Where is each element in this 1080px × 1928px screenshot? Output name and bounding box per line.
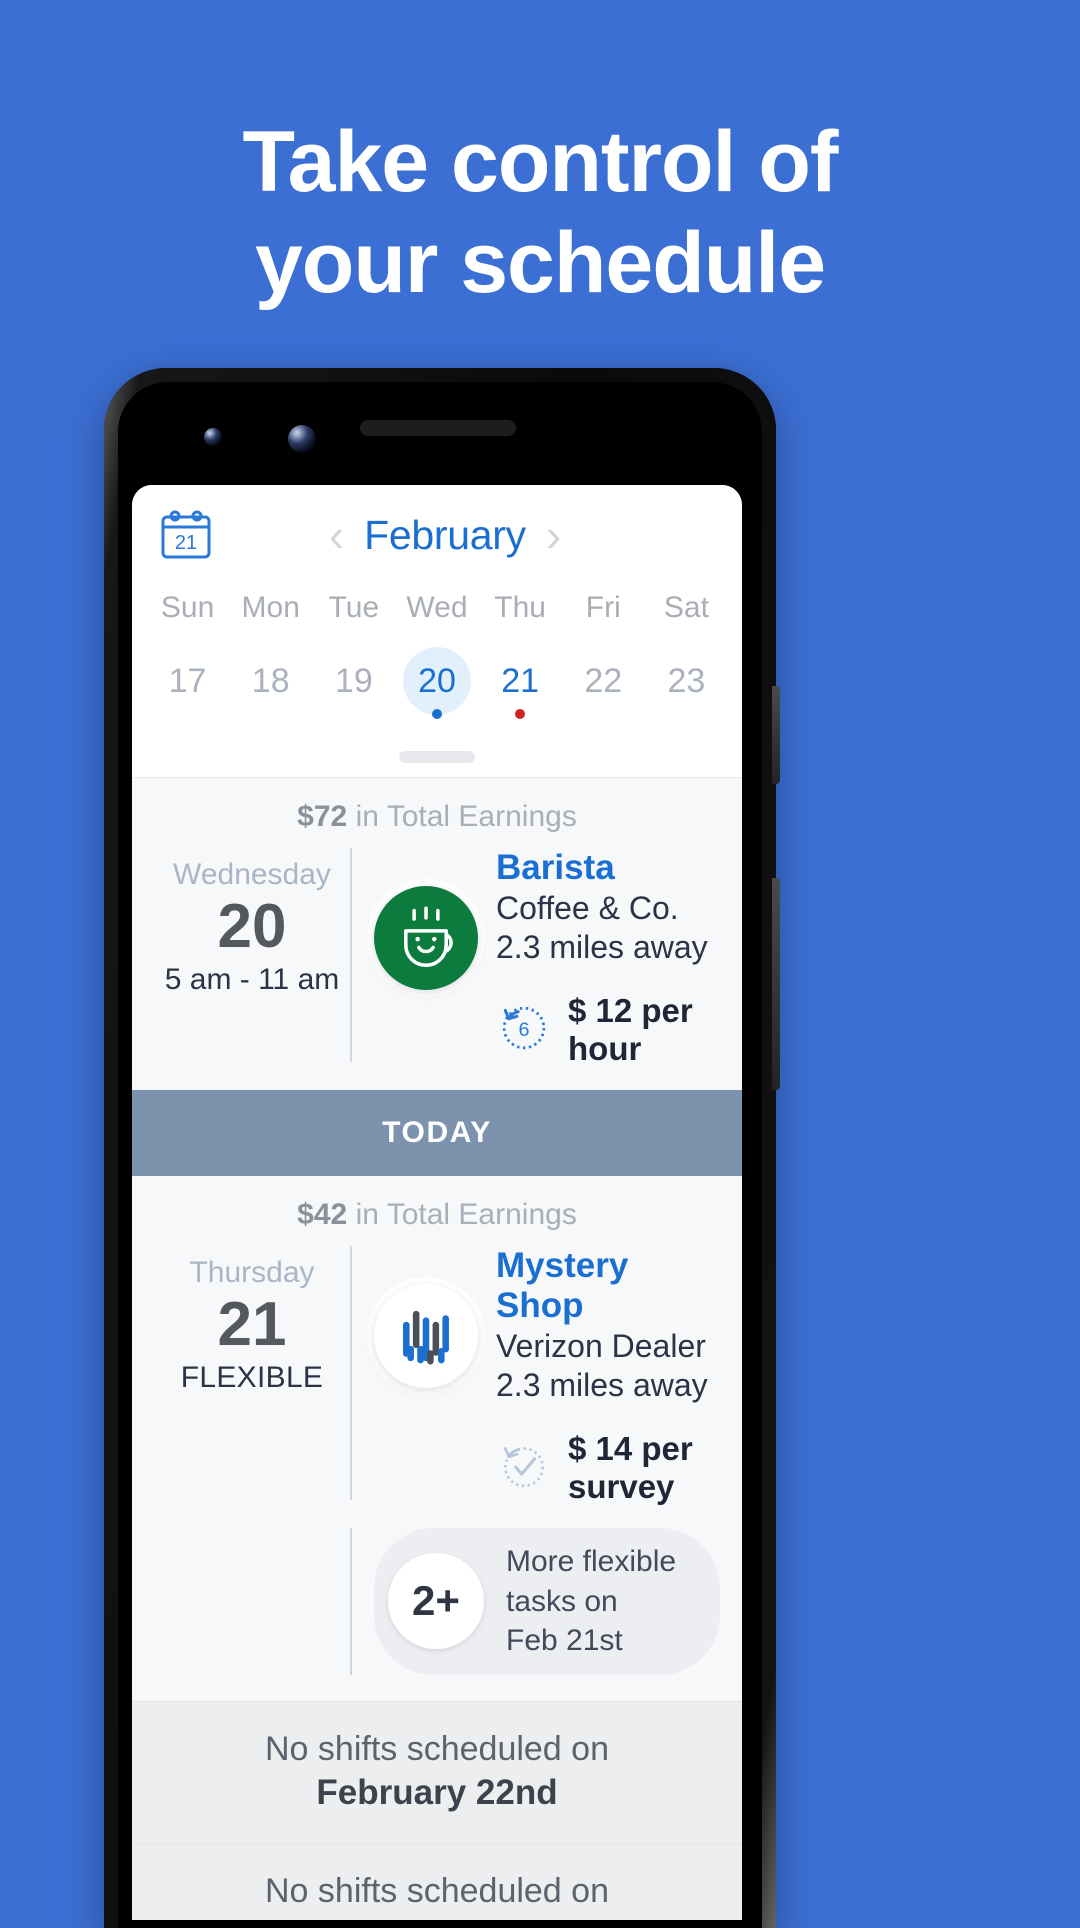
- shift-info-mystery-shop: Mystery Shop Verizon Dealer 2.3 miles aw…: [496, 1240, 720, 1506]
- pay-amount-mystery-shop: $ 14 per survey: [568, 1430, 693, 1505]
- shift-weekday-thu: Thursday: [189, 1256, 315, 1289]
- today-divider: TODAY: [132, 1090, 742, 1176]
- weekday-sat: Sat: [663, 591, 709, 624]
- headline-line-2: your schedule: [254, 215, 826, 312]
- current-month-label: February: [364, 511, 526, 558]
- date-dot-blue-icon: [431, 709, 442, 719]
- no-shift-label-23: No shifts scheduled on: [265, 1871, 609, 1910]
- shift-time-range-wed: 5 am - 11 am: [164, 963, 340, 997]
- shift-card-mystery-shop[interactable]: Thursday 21 FLEXIBLE Mystery Shop Verizo…: [132, 1236, 742, 1528]
- more-tasks-line-1: More flexible tasks on: [506, 1545, 677, 1618]
- date-cell-17[interactable]: 17: [146, 647, 229, 721]
- weekday-tue: Tue: [328, 591, 380, 624]
- date-label-23: 23: [667, 661, 706, 700]
- front-camera-icon: [288, 425, 316, 453]
- date-cell-23[interactable]: 23: [645, 647, 728, 721]
- weekday-sun: Sun: [160, 591, 215, 624]
- more-tasks-count-badge: 2+: [388, 1553, 484, 1650]
- day-group-wednesday: $72 in Total Earnings Wednesday 20 5 am …: [132, 778, 742, 1090]
- headline-line-1: Take control of: [242, 114, 838, 210]
- clock-check-icon: [496, 1438, 552, 1499]
- power-button[interactable]: [772, 686, 780, 784]
- date-row: 17 18 19 20 21 22 23: [132, 647, 742, 721]
- app-screen: 21 ‹ February › Sun Mon Tue Wed Thu Fri …: [132, 485, 742, 1920]
- earnings-summary-wed: $72 in Total Earnings: [132, 778, 742, 838]
- no-shift-row-feb-23[interactable]: No shifts scheduled on February 23rd: [132, 1842, 742, 1920]
- earnings-suffix-wed: in Total Earnings: [347, 800, 577, 833]
- date-label-21: 21: [501, 661, 540, 700]
- shift-distance-mystery-shop: 2.3 miles away: [496, 1367, 708, 1403]
- svg-text:21: 21: [175, 532, 197, 554]
- volume-button[interactable]: [772, 878, 780, 1090]
- shift-card-barista[interactable]: Wednesday 20 5 am - 11 am Barista Coffee…: [132, 838, 742, 1090]
- shift-info-barista: Barista Coffee & Co. 2.3 miles away 6 $ …: [496, 842, 720, 1068]
- shift-date-column-wed: Wednesday 20 5 am - 11 am: [154, 842, 350, 1068]
- svg-text:6: 6: [518, 1019, 529, 1041]
- shift-title-barista[interactable]: Barista: [496, 848, 720, 888]
- more-tasks-row[interactable]: 2+ More flexible tasks on Feb 21st: [132, 1528, 742, 1701]
- next-month-button[interactable]: ›: [546, 512, 561, 558]
- no-shift-date-22: February 22nd: [316, 1772, 558, 1812]
- more-tasks-spacer: [154, 1528, 350, 1675]
- earnings-amount-wed: $72: [297, 800, 348, 833]
- clock-6-icon: 6: [496, 1000, 552, 1061]
- month-navigator: ‹ February ›: [214, 512, 676, 559]
- no-shift-label-22: No shifts scheduled on: [265, 1729, 609, 1768]
- bars-icon: [374, 1284, 478, 1388]
- date-cell-22[interactable]: 22: [562, 647, 645, 721]
- more-tasks-pill[interactable]: 2+ More flexible tasks on Feb 21st: [374, 1528, 720, 1675]
- weekday-thu: Thu: [494, 591, 546, 624]
- earnings-suffix-thu: in Total Earnings: [347, 1198, 577, 1231]
- date-label-17: 17: [168, 661, 207, 700]
- more-tasks-line-2: Feb 21st: [506, 1624, 623, 1658]
- calendar-toolbar: 21 ‹ February ›: [132, 485, 742, 585]
- date-label-20: 20: [402, 647, 471, 715]
- shift-title-mystery-shop[interactable]: Mystery Shop: [496, 1246, 720, 1326]
- date-cell-19[interactable]: 19: [312, 647, 395, 721]
- shift-date-number-wed: 20: [217, 892, 287, 961]
- shift-body-mystery-shop: Mystery Shop Verizon Dealer 2.3 miles aw…: [352, 1240, 720, 1506]
- earnings-amount-thu: $42: [297, 1198, 348, 1231]
- calendar-header: 21 ‹ February › Sun Mon Tue Wed Thu Fri …: [132, 485, 742, 778]
- prev-month-button[interactable]: ‹: [329, 512, 344, 558]
- pay-row-mystery-shop: $ 14 per survey: [496, 1430, 720, 1506]
- weekday-wed: Wed: [406, 591, 468, 624]
- weekday-row: Sun Mon Tue Wed Thu Fri Sat: [132, 591, 742, 625]
- pay-row-barista: 6 $ 12 per hour: [496, 992, 720, 1068]
- date-cell-20-selected[interactable]: 20: [395, 647, 478, 721]
- shift-divider-line: [350, 1528, 352, 1675]
- shift-employer-barista: Coffee & Co.: [496, 890, 679, 926]
- earnings-summary-thu: $42 in Total Earnings: [132, 1176, 742, 1236]
- shift-date-column-thu: Thursday 21 FLEXIBLE: [154, 1240, 350, 1506]
- date-label-19: 19: [334, 661, 373, 700]
- proximity-sensor-icon: [204, 428, 222, 446]
- promo-headline: Take control of your schedule: [0, 112, 1080, 315]
- pay-amount-barista: $ 12 per hour: [568, 992, 693, 1067]
- shift-body-barista: Barista Coffee & Co. 2.3 miles away 6 $ …: [352, 842, 720, 1068]
- shift-weekday-wed: Wednesday: [173, 858, 331, 891]
- shift-distance-barista: 2.3 miles away: [496, 929, 708, 965]
- date-label-22: 22: [584, 661, 623, 700]
- date-cell-18[interactable]: 18: [229, 647, 312, 721]
- day-group-thursday: $42 in Total Earnings Thursday 21 FLEXIB…: [132, 1176, 742, 1701]
- calendar-icon[interactable]: 21: [158, 507, 214, 563]
- more-tasks-text: More flexible tasks on Feb 21st: [506, 1542, 694, 1661]
- date-label-18: 18: [251, 661, 290, 700]
- earpiece-speaker: [360, 420, 516, 436]
- no-shift-date-23: February 23rd: [132, 1915, 742, 1920]
- no-shift-row-feb-22[interactable]: No shifts scheduled on February 22nd: [132, 1700, 742, 1843]
- shift-employer-mystery-shop: Verizon Dealer: [496, 1328, 706, 1364]
- coffee-cup-icon: [374, 886, 478, 990]
- shift-date-number-thu: 21: [217, 1290, 287, 1359]
- sheet-drag-handle[interactable]: [399, 751, 475, 763]
- date-cell-21[interactable]: 21: [479, 647, 562, 721]
- weekday-fri: Fri: [585, 591, 621, 624]
- shift-time-range-thu: FLEXIBLE: [180, 1361, 324, 1395]
- weekday-mon: Mon: [241, 591, 300, 624]
- date-dot-red-icon: [515, 709, 526, 719]
